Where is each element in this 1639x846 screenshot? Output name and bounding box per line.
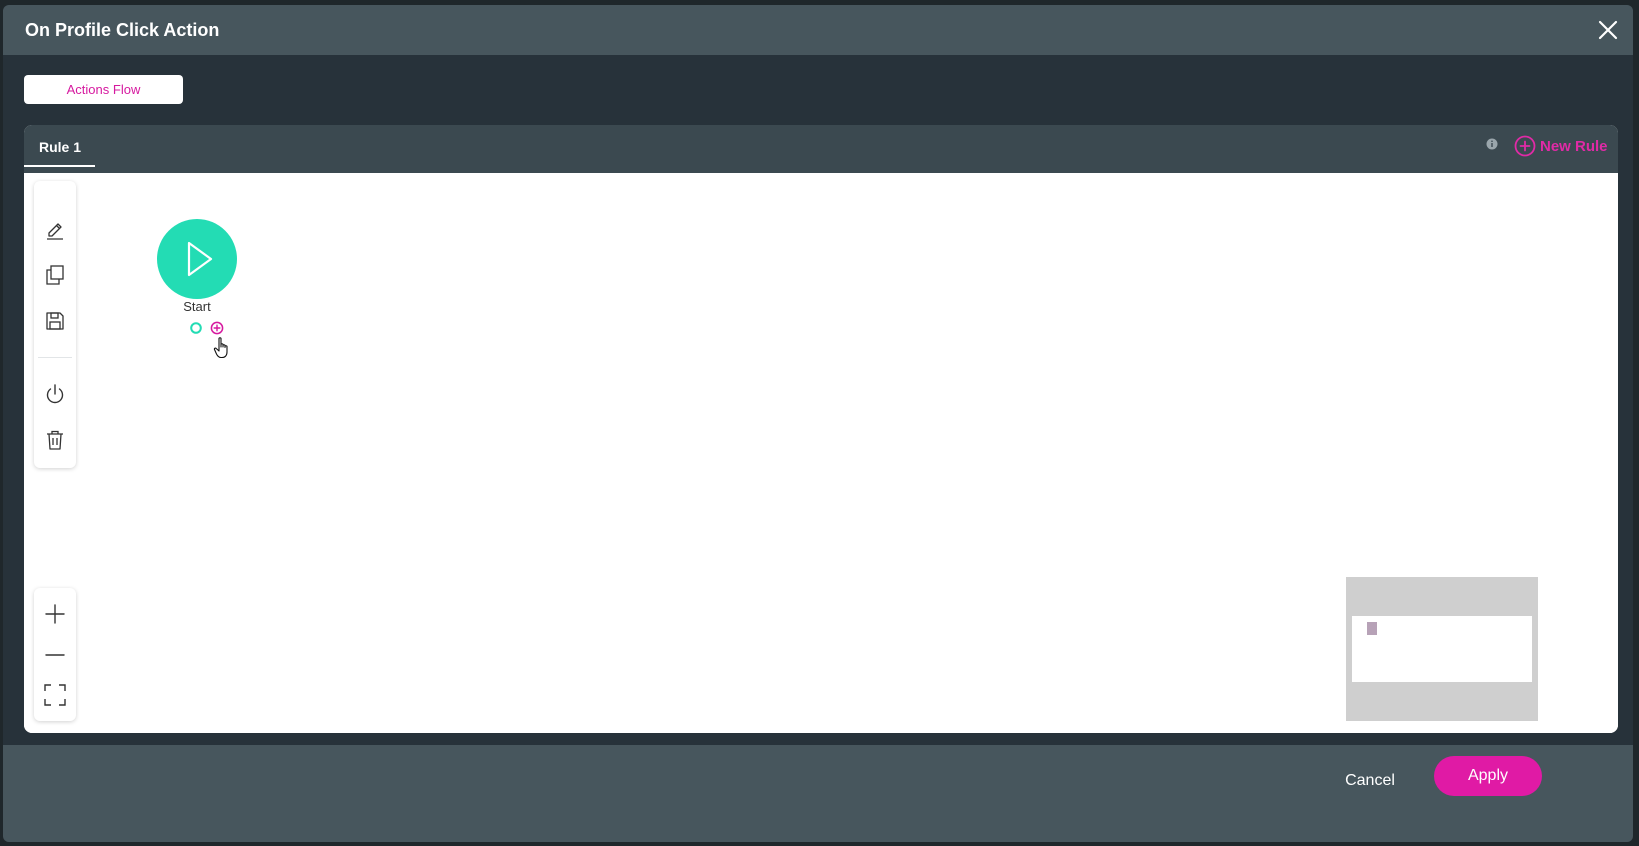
zoom-toolbar xyxy=(34,588,76,721)
copy-icon xyxy=(46,265,64,285)
save-icon xyxy=(46,312,64,330)
zoom-in-icon xyxy=(45,604,65,624)
node-toolbar xyxy=(34,181,76,468)
close-button[interactable] xyxy=(1595,17,1621,43)
rules-tab-bar: Rule 1 New Rule xyxy=(24,125,1618,173)
hand-pointer-icon xyxy=(213,337,228,359)
toolbar-divider xyxy=(38,357,72,358)
modal-title: On Profile Click Action xyxy=(25,20,220,40)
on-profile-click-action-modal: On Profile Click Action Actions Flow Rul… xyxy=(3,5,1633,842)
tab-actions-flow[interactable]: Actions Flow xyxy=(24,75,183,104)
zoom-out-button[interactable] xyxy=(43,643,67,667)
flow-canvas[interactable]: Start xyxy=(24,173,1618,733)
close-icon xyxy=(1598,20,1618,40)
zoom-out-icon xyxy=(45,654,65,656)
modal-header: On Profile Click Action xyxy=(3,5,1633,55)
fit-screen-button[interactable] xyxy=(43,683,67,707)
zoom-in-button[interactable] xyxy=(43,602,67,626)
minimap[interactable] xyxy=(1346,577,1538,721)
trash-icon xyxy=(47,430,63,450)
copy-button[interactable] xyxy=(43,263,67,287)
output-port-icon[interactable] xyxy=(190,322,202,334)
fit-screen-icon xyxy=(44,684,66,706)
start-node[interactable] xyxy=(157,219,237,299)
rule-tab-label: Rule 1 xyxy=(39,139,82,155)
tab-rule-1[interactable]: Rule 1 xyxy=(24,125,95,173)
edit-button[interactable] xyxy=(43,217,67,241)
save-button[interactable] xyxy=(43,309,67,333)
new-rule-button[interactable]: New Rule xyxy=(1514,135,1608,157)
info-icon[interactable] xyxy=(1486,138,1498,150)
play-icon xyxy=(187,241,213,277)
add-action-icon[interactable] xyxy=(210,321,224,335)
minimap-node xyxy=(1367,622,1377,635)
modal-footer: Cancel Apply xyxy=(3,745,1633,842)
minimap-viewport[interactable] xyxy=(1352,616,1532,682)
power-button[interactable] xyxy=(43,382,67,406)
edit-icon xyxy=(47,223,63,240)
apply-button[interactable]: Apply xyxy=(1434,756,1542,796)
delete-button[interactable] xyxy=(43,428,67,452)
start-node-label: Start xyxy=(183,299,211,314)
power-icon xyxy=(46,384,64,404)
cancel-button[interactable]: Cancel xyxy=(1340,766,1400,796)
active-tab-indicator xyxy=(24,165,95,167)
new-rule-label: New Rule xyxy=(1540,137,1608,155)
rules-panel: Rule 1 New Rule Start xyxy=(24,125,1618,733)
plus-circle-icon xyxy=(1514,135,1536,157)
